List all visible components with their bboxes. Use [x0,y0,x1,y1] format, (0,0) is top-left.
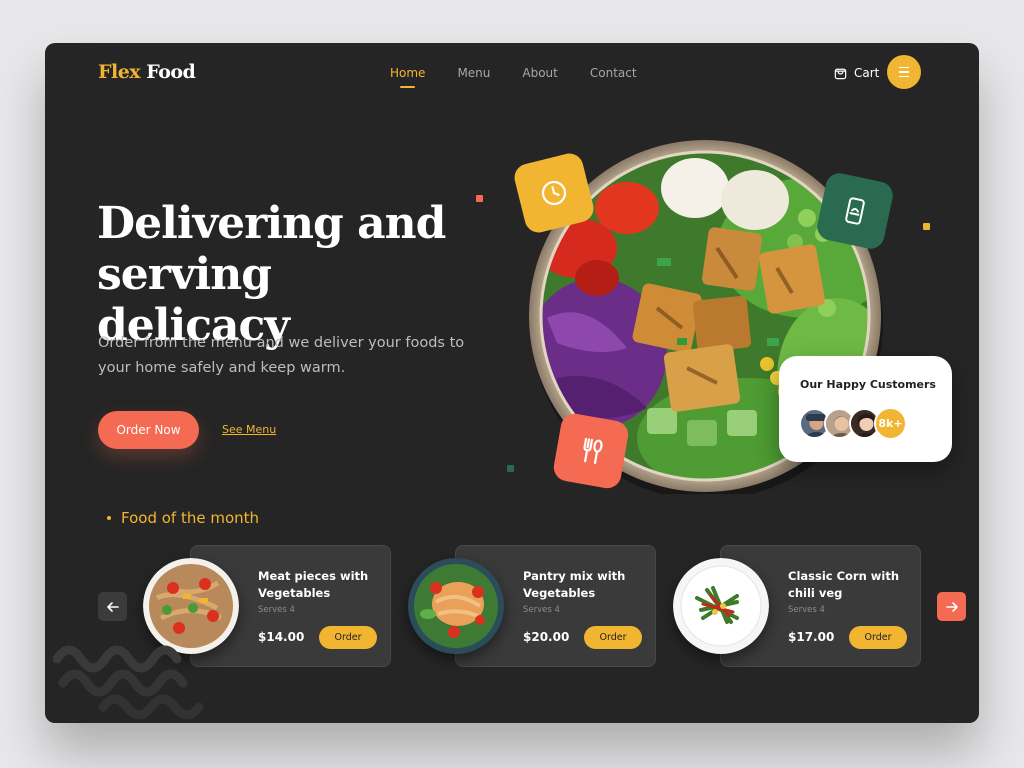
main-nav: Home Menu About Contact [390,66,637,88]
customer-count-badge: 8k+ [874,407,907,440]
cart-button[interactable]: Cart [833,65,879,80]
clock-icon [541,180,567,206]
food-card-title: Pantry mix with Vegetables [523,569,626,600]
food-card-title: Meat pieces with Vegetables [258,569,369,600]
food-card-image [408,558,504,654]
food-of-month-label: Food of the month [121,509,260,527]
nav-item-home[interactable]: Home [390,66,425,88]
decor-squiggle [53,645,204,720]
shopping-bag-icon [834,68,847,80]
logo-part-2: Food [146,61,196,83]
cutlery-badge [551,411,631,491]
order-now-button[interactable]: Order Now [98,411,199,449]
food-card-image [673,558,769,654]
nav-item-contact[interactable]: Contact [590,66,637,80]
carousel-next-button[interactable] [937,592,966,621]
arrow-left-icon [106,601,119,612]
hero-subtitle: Order from the menu and we deliver your … [98,335,465,376]
customer-avatars: 8k+ [799,407,907,440]
food-card-serves: Serves 4 [258,605,295,615]
mobile-order-icon [845,197,865,225]
decor-square [476,195,483,202]
food-card-title: Classic Corn with chili veg [788,569,900,600]
order-button[interactable]: Order [319,626,377,649]
bullet-dot [107,516,111,520]
food-card-price: $17.00 [788,630,835,644]
app-frame: Flex Food Home Menu About Contact Cart D… [45,43,979,723]
hero-title-line-1: Delivering and [97,198,446,249]
food-card-price: $20.00 [523,630,570,644]
hamburger-menu-button[interactable] [887,55,921,89]
nav-item-menu[interactable]: Menu [457,66,490,80]
carousel-prev-button[interactable] [98,592,127,621]
mobile-order-badge [814,170,896,252]
food-card-serves: Serves 4 [523,605,560,615]
logo[interactable]: Flex Food [98,61,196,83]
fork-spoon-icon [583,437,603,464]
order-button[interactable]: Order [584,626,642,649]
order-button[interactable]: Order [849,626,907,649]
nav-item-about[interactable]: About [522,66,557,80]
happy-customers-card: Our Happy Customers 8k+ [779,356,952,462]
decor-square [507,465,514,472]
cart-label: Cart [854,65,880,80]
food-card-price: $14.00 [258,630,305,644]
arrow-right-icon [945,601,958,612]
see-menu-link[interactable]: See Menu [222,423,276,436]
happy-customers-title: Our Happy Customers [800,378,936,391]
logo-part-1: Flex [98,61,141,83]
food-of-month-heading: Food of the month [107,509,259,527]
decor-square [923,223,930,230]
food-card-serves: Serves 4 [788,605,825,615]
hero-title: Delivering and serving delicacy [97,198,477,351]
hamburger-menu-icon [899,65,909,79]
